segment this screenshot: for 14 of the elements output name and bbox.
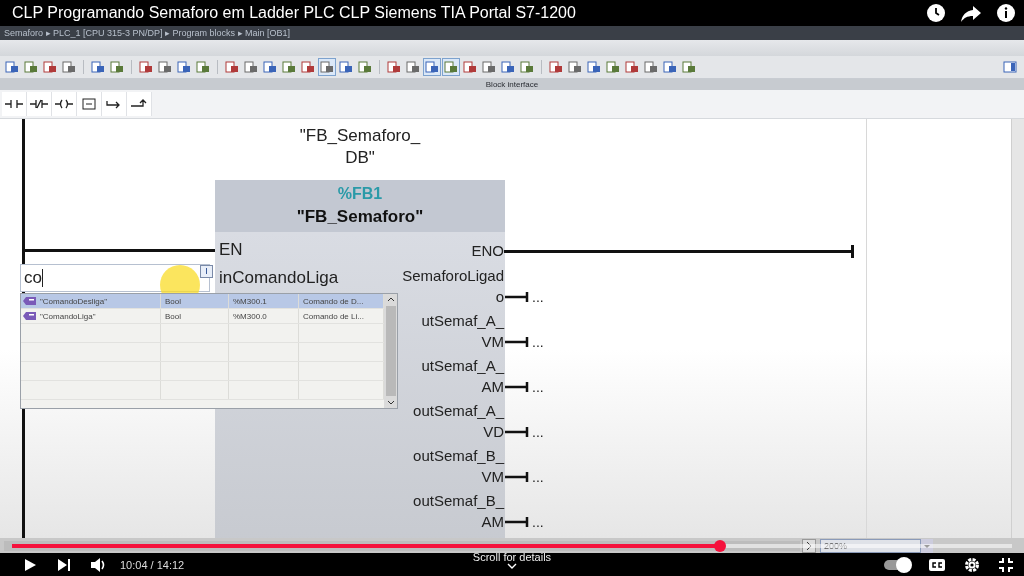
tag-address: %M300.0 [229,309,299,323]
tag-type: Bool [161,294,229,308]
instance-db-name: "FB_Semaforo_DB" [298,125,422,169]
tag-name: "ComandoDesliga" [40,296,108,306]
tag-name: "ComandoLiga" [40,311,96,321]
tag-address: %M300.1 [229,294,299,308]
output-pin-label: outSemaf_B_ AM [413,491,504,532]
output-pin-label: ENO [471,241,504,261]
tag-type: Bool [161,309,229,323]
block-address: %FB1 [337,185,383,203]
input-pin-label: EN [219,240,244,260]
block-name: "FB_Semaforo" [296,207,424,227]
input-pin-label: inComandoLiga [219,268,339,288]
time-display: 10:04 / 14:12 [120,558,185,571]
